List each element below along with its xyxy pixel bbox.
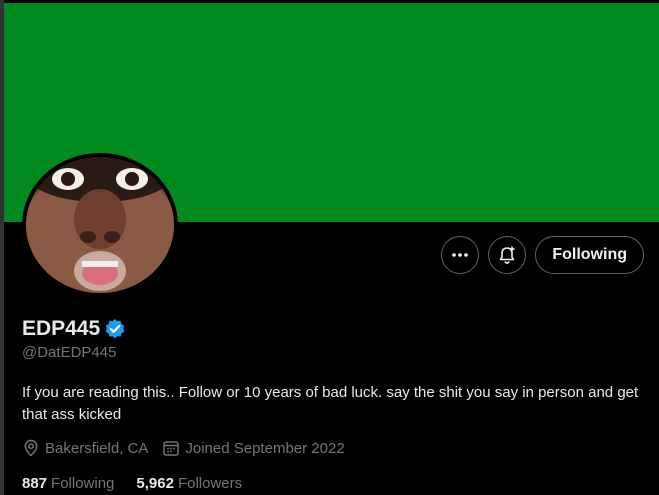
more-dots-icon bbox=[452, 253, 469, 257]
joined-text: Joined September 2022 bbox=[185, 439, 345, 457]
notify-button[interactable] bbox=[488, 236, 527, 274]
following-count-link[interactable]: 887 Following bbox=[22, 475, 114, 492]
more-button[interactable] bbox=[441, 236, 480, 274]
following-button[interactable]: Following bbox=[535, 236, 644, 274]
followers-label: Followers bbox=[177, 475, 243, 492]
profile-bio: If you are reading this.. Follow or 10 y… bbox=[22, 384, 639, 423]
display-name: EDP445 bbox=[22, 317, 101, 340]
location-text: Bakersfield, CA bbox=[45, 439, 149, 457]
followers-count: 5,962 bbox=[136, 475, 174, 492]
followers-count-link[interactable]: 5,962 Followers bbox=[136, 475, 242, 492]
name-row: EDP445 bbox=[22, 317, 126, 341]
location-pin-icon bbox=[24, 439, 38, 457]
user-handle: @DatEDP445 bbox=[22, 344, 117, 361]
location-item: Bakersfield, CA bbox=[22, 439, 148, 457]
notification-bell-icon bbox=[500, 246, 515, 264]
avatar[interactable] bbox=[26, 157, 174, 293]
follow-counts: 887 Following 5,962 Followers bbox=[22, 475, 264, 492]
calendar-icon bbox=[163, 441, 180, 456]
following-label: Following bbox=[51, 475, 115, 492]
joined-item: Joined September 2022 bbox=[162, 439, 345, 457]
profile-page: Following EDP445 @DatEDP445 If you are r… bbox=[0, 0, 659, 495]
profile-meta: Bakersfield, CA Joined September 2022 bbox=[22, 439, 359, 457]
verified-badge-icon[interactable] bbox=[104, 318, 126, 340]
profile-actions: Following bbox=[441, 236, 644, 274]
following-count: 887 bbox=[22, 475, 48, 492]
